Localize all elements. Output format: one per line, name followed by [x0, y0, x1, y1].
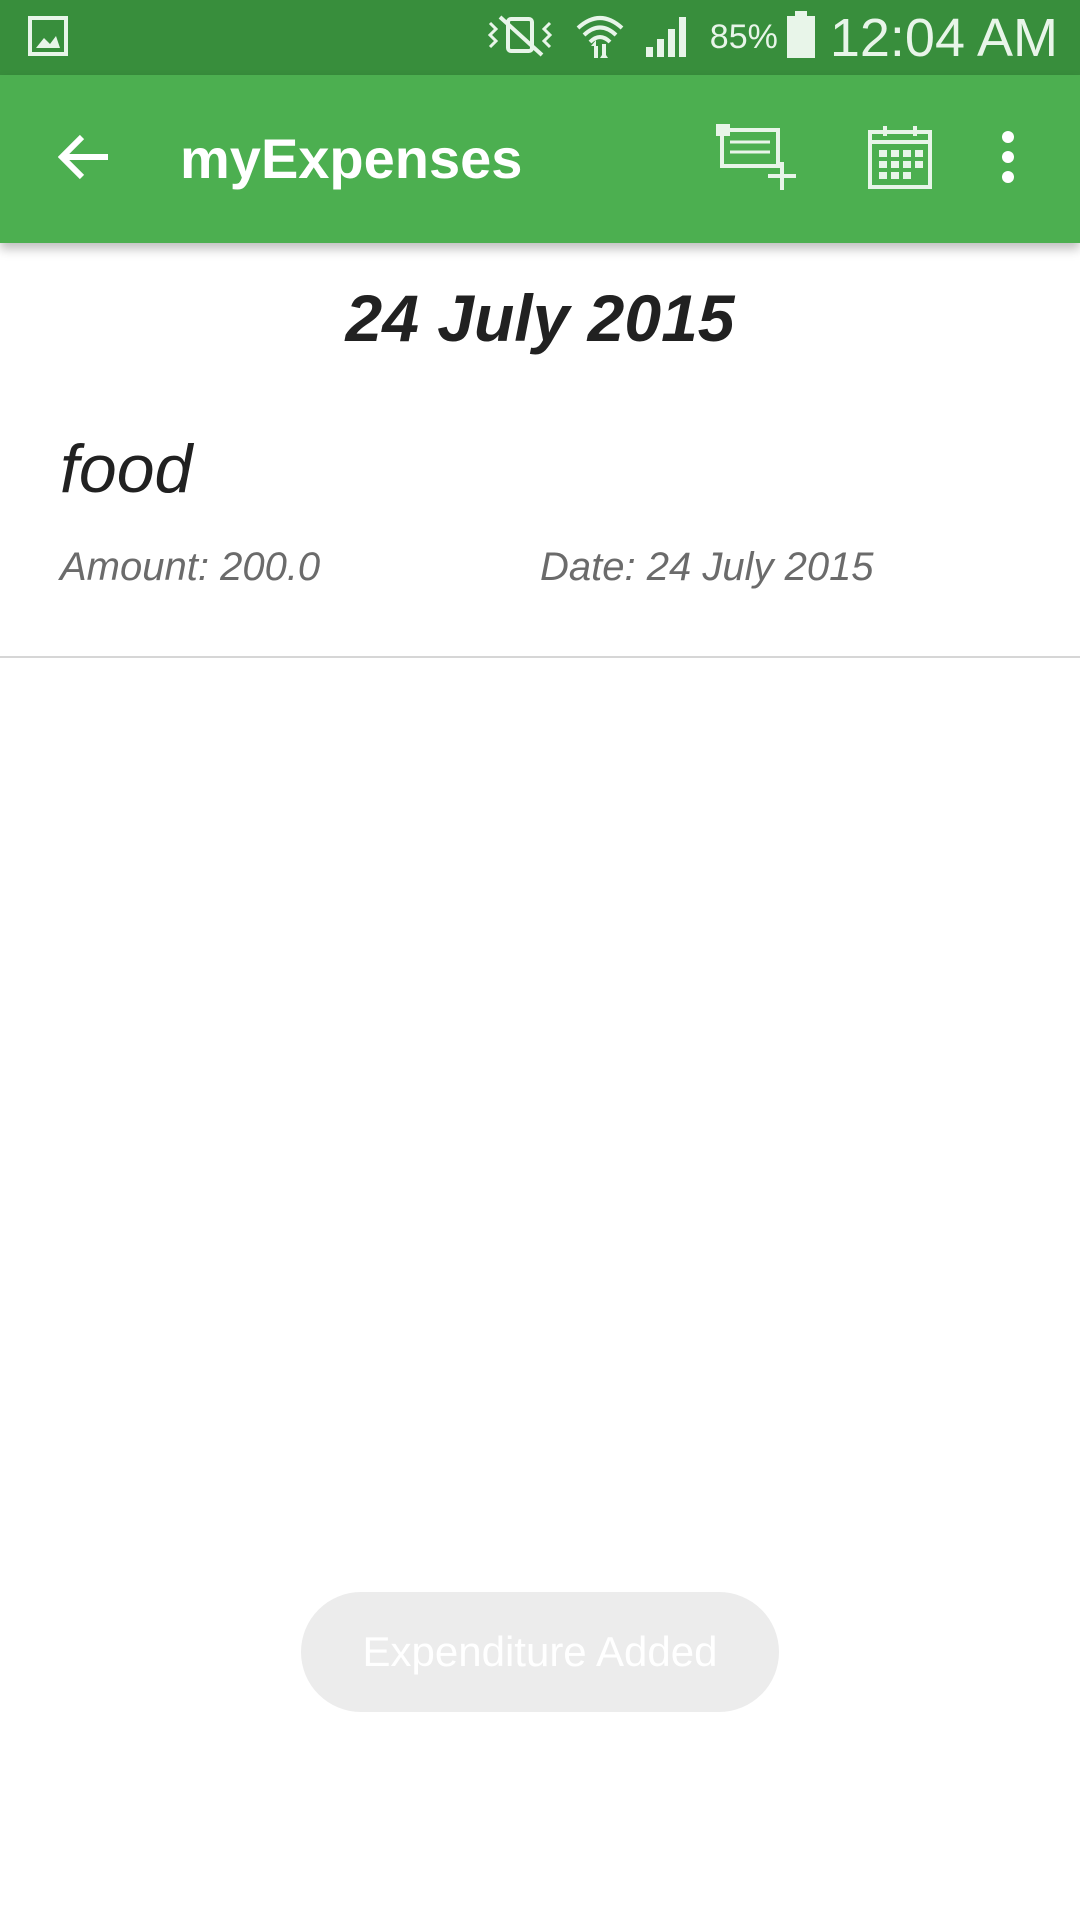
- expense-list-item[interactable]: food Amount: 200.0 Date: 24 July 2015: [0, 410, 1080, 658]
- screen: 85% 12:04 AM myExpenses 24 July 2015 foo…: [0, 0, 1080, 1920]
- app-bar: myExpenses: [0, 75, 1080, 243]
- cell-signal-icon: [644, 11, 692, 64]
- battery-icon: [786, 11, 816, 64]
- add-expense-icon: [714, 122, 800, 197]
- vibrate-off-icon: [484, 13, 556, 62]
- wifi-icon: [574, 10, 626, 65]
- status-clock: 12:04 AM: [829, 7, 1058, 68]
- back-button[interactable]: [44, 119, 124, 199]
- overflow-menu-icon: [1000, 130, 1016, 188]
- battery-percent: 85%: [709, 18, 778, 56]
- status-icons: 85% 12:04 AM: [484, 0, 1080, 75]
- calendar-icon: [867, 124, 933, 195]
- expense-name: food: [60, 431, 193, 507]
- app-title: myExpenses: [180, 127, 523, 190]
- date-header: 24 July 2015: [345, 281, 735, 355]
- toast-message: Expenditure Added: [301, 1592, 779, 1712]
- back-arrow-icon: [57, 133, 110, 186]
- add-expense-button[interactable]: [712, 119, 802, 199]
- calendar-button[interactable]: [860, 119, 940, 199]
- expense-amount: Amount: 200.0: [60, 545, 321, 589]
- overflow-menu-button[interactable]: [968, 119, 1048, 199]
- expense-date: Date: 24 July 2015: [540, 545, 874, 589]
- status-bar: 85% 12:04 AM: [0, 0, 1080, 75]
- gallery-notification-icon: [28, 16, 68, 56]
